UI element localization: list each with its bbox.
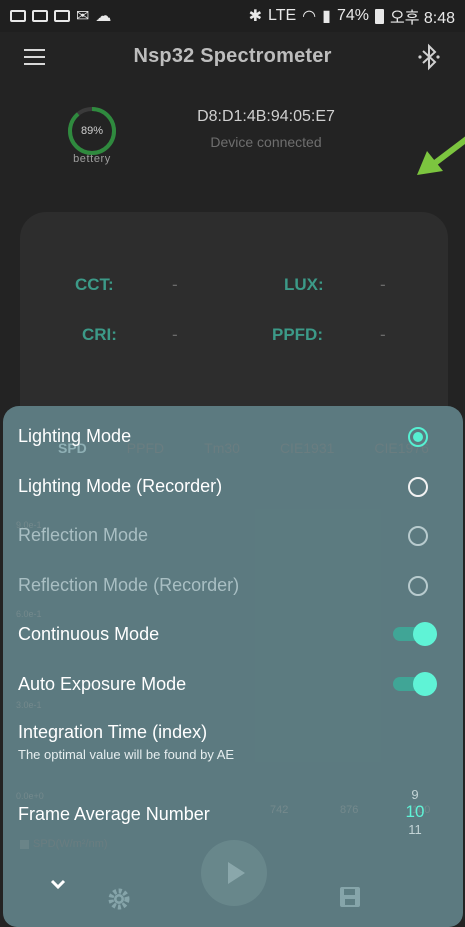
chart-legend: SPD(W/m²/nm) bbox=[20, 838, 108, 850]
lux-label: LUX: bbox=[284, 275, 324, 294]
device-mac: D8:D1:4B:94:05:E7 bbox=[197, 108, 335, 125]
status-bar: ✉ ☁ ✱ LTE ◠ ▮ 74% 오후 8:48 bbox=[0, 0, 465, 32]
arrow-annotation-icon bbox=[417, 136, 465, 175]
picker-selected-value: 10 bbox=[405, 802, 425, 821]
radio-reflection-mode[interactable] bbox=[408, 526, 428, 546]
continuous-mode-toggle[interactable] bbox=[393, 622, 437, 646]
bluetooth-icon[interactable] bbox=[417, 42, 441, 72]
option-reflection-recorder[interactable]: Reflection Mode (Recorder) bbox=[18, 575, 239, 596]
signal-icon: ▮ bbox=[322, 8, 331, 25]
battery-label: bettery bbox=[73, 153, 111, 165]
save-icon[interactable] bbox=[339, 886, 361, 908]
option-lighting-mode[interactable]: Lighting Mode bbox=[18, 426, 131, 447]
frame-average-picker[interactable]: 9 10 11 bbox=[378, 787, 452, 837]
integration-time-label: Integration Time (index) bbox=[18, 722, 208, 742]
mail-icon bbox=[32, 10, 48, 22]
tab-tm30[interactable]: Tm30 bbox=[204, 440, 240, 456]
gear-icon[interactable] bbox=[106, 886, 132, 912]
ppfd-value: - bbox=[380, 325, 386, 344]
play-button[interactable] bbox=[201, 840, 267, 906]
battery-icon bbox=[374, 8, 384, 24]
ppfd-label: PPFD: bbox=[272, 325, 323, 344]
wifi-icon: ◠ bbox=[302, 8, 317, 25]
cri-value: - bbox=[172, 325, 178, 344]
cct-value: - bbox=[172, 275, 178, 294]
option-lighting-recorder[interactable]: Lighting Mode (Recorder) bbox=[18, 476, 222, 497]
cloud-icon: ☁ bbox=[95, 8, 112, 25]
x-tick: 876 bbox=[340, 804, 359, 816]
y-tick: 0.0e+0 bbox=[16, 791, 44, 801]
y-tick: 6.0e-1 bbox=[16, 609, 42, 619]
cri-label: CRI: bbox=[82, 325, 117, 344]
gmail-icon: ✉ bbox=[76, 8, 90, 25]
legend-label: SPD(W/m²/nm) bbox=[33, 838, 108, 850]
chevron-down-icon[interactable] bbox=[48, 878, 68, 892]
app-bar: Nsp32 Spectrometer bbox=[0, 32, 465, 84]
tab-ppfd[interactable]: PPFD bbox=[127, 440, 164, 456]
battery-text: 74% bbox=[336, 7, 369, 24]
clock: 오후 8:48 bbox=[389, 10, 455, 27]
radio-reflection-recorder[interactable] bbox=[408, 576, 428, 596]
bluetooth-status-icon: ✱ bbox=[248, 8, 262, 25]
picker-prev-value: 9 bbox=[411, 787, 419, 802]
frame-average-label: Frame Average Number bbox=[18, 804, 210, 824]
auto-exposure-toggle[interactable] bbox=[393, 672, 437, 696]
network-label: LTE bbox=[268, 7, 297, 24]
measurement-card: CCT: - LUX: - CRI: - PPFD: - bbox=[20, 212, 448, 432]
picker-next-value: 11 bbox=[408, 822, 422, 837]
integration-time-hint: The optimal value will be found by AE bbox=[18, 747, 235, 762]
cct-label: CCT: bbox=[75, 275, 114, 294]
auto-exposure-label: Auto Exposure Mode bbox=[18, 674, 187, 694]
tab-cie1931[interactable]: CIE1931 bbox=[280, 440, 334, 456]
page-title: Nsp32 Spectrometer bbox=[133, 45, 332, 67]
notification-icon bbox=[10, 10, 26, 22]
play-icon bbox=[228, 862, 245, 884]
option-reflection-mode[interactable]: Reflection Mode bbox=[18, 525, 148, 546]
lux-value: - bbox=[380, 275, 386, 294]
legend-swatch bbox=[20, 839, 29, 849]
mail-icon bbox=[54, 10, 70, 22]
radio-lighting-recorder[interactable] bbox=[408, 477, 428, 497]
connection-status: Device connected bbox=[210, 134, 322, 150]
y-tick: 3.0e-1 bbox=[16, 700, 42, 710]
battery-percent: 89% bbox=[80, 125, 104, 137]
radio-lighting-mode[interactable] bbox=[408, 427, 428, 447]
continuous-mode-label: Continuous Mode bbox=[18, 624, 160, 644]
x-tick: 742 bbox=[270, 804, 289, 816]
